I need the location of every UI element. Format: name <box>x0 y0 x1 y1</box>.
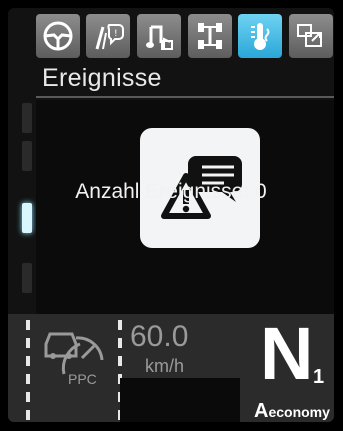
status-bar: PPC 60.0 km/h N 1 Aeconomy <box>8 314 334 422</box>
scroll-segment <box>22 263 32 293</box>
tab-driver-assist[interactable]: ! <box>86 14 130 58</box>
temperature-icon <box>251 23 270 50</box>
ppc-icon: PPC <box>44 332 104 386</box>
steering-wheel-icon <box>43 21 73 51</box>
ppc-label: PPC <box>68 371 97 386</box>
dashboard-screen: ! Ereignisse Anzahl Ereignisse: 0 PPC 60… <box>8 8 334 422</box>
vehicle-axle-icon <box>198 23 222 49</box>
tab-settings[interactable] <box>289 14 333 58</box>
event-panel <box>36 100 334 318</box>
tab-steering[interactable] <box>36 14 80 58</box>
set-speed-value: 60.0 <box>130 320 189 353</box>
gear-number: 1 <box>313 366 325 388</box>
blank-display-area <box>120 378 240 422</box>
lane-marking-left <box>26 320 30 420</box>
drive-mode-prefix: A <box>254 400 269 422</box>
event-count-label: Anzahl Ereignisse: 0 <box>75 180 267 203</box>
scroll-segment <box>22 141 32 171</box>
top-icon-bar: ! <box>36 14 334 62</box>
drive-mode-label: Aeconomy <box>254 400 334 422</box>
scroll-segment-active <box>22 203 32 233</box>
tab-temperature[interactable] <box>238 14 282 58</box>
set-speed-unit: km/h <box>145 356 185 376</box>
tab-vehicle[interactable] <box>188 14 232 58</box>
gear-indicator: N 1 Aeconomy <box>254 312 334 423</box>
driver-assist-icon: ! <box>95 24 124 50</box>
music-note-icon <box>146 25 173 50</box>
drive-mode-suffix: economy <box>268 404 330 420</box>
scroll-indicator[interactable] <box>22 103 32 323</box>
title-divider <box>36 96 334 98</box>
scroll-segment <box>22 103 32 133</box>
tab-media[interactable] <box>137 14 181 58</box>
section-title: Ereignisse <box>42 64 162 92</box>
svg-text:!: ! <box>114 29 118 39</box>
gear-letter: N <box>260 312 314 395</box>
settings-export-icon <box>297 24 322 47</box>
